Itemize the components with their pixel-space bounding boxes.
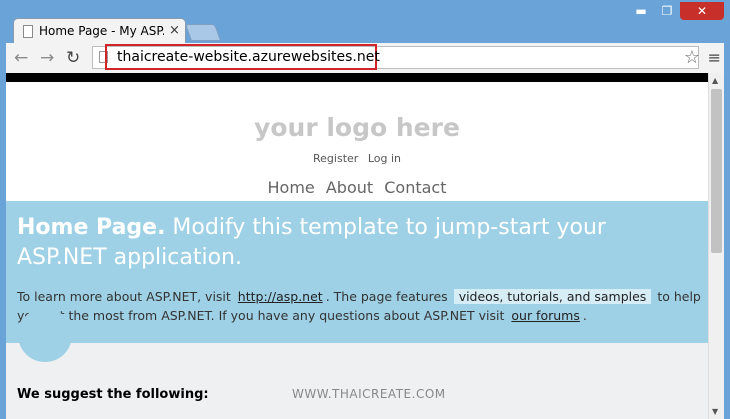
- suggest-heading: We suggest the following:: [17, 387, 209, 402]
- bookmark-star-icon[interactable]: ☆: [684, 47, 700, 68]
- featured-text-2: . The page features: [325, 289, 448, 304]
- browser-menu-icon[interactable]: ≡: [708, 48, 721, 67]
- window-controls: ▬ ❐ ✕: [628, 2, 724, 20]
- main-nav: Home About Contact: [6, 178, 708, 197]
- forward-arrow-icon[interactable]: →: [40, 48, 54, 68]
- maximize-button[interactable]: ❐: [654, 2, 680, 20]
- register-link[interactable]: Register: [313, 152, 358, 165]
- content-section: We suggest the following:: [6, 308, 708, 419]
- minimize-button[interactable]: ▬: [628, 2, 654, 20]
- featured-text-1: To learn more about ASP.NET, visit: [17, 289, 231, 304]
- url-text[interactable]: thaicreate-website.azurewebsites.net: [117, 49, 380, 65]
- featured-heading: Home Page. Modify this template to jump-…: [17, 213, 677, 273]
- videos-highlight: videos, tutorials, and samples: [453, 289, 652, 304]
- nav-home[interactable]: Home: [268, 178, 315, 197]
- login-link[interactable]: Log in: [368, 152, 401, 165]
- close-window-button[interactable]: ✕: [680, 2, 724, 20]
- site-logo[interactable]: your logo here: [6, 113, 708, 142]
- nav-contact[interactable]: Contact: [384, 178, 446, 197]
- page-viewport: your logo here Register Log in Home Abou…: [6, 73, 724, 419]
- watermark: WWW.THAICREATE.COM: [292, 387, 446, 401]
- asp-net-link[interactable]: http://asp.net: [238, 289, 323, 304]
- page-favicon-icon: [23, 25, 33, 38]
- vertical-scrollbar[interactable]: ▲ ▼: [708, 73, 724, 419]
- featured-text-4: .: [582, 308, 587, 323]
- forums-link[interactable]: our forums: [511, 308, 579, 323]
- reload-icon[interactable]: ↻: [66, 48, 80, 68]
- top-bar: [6, 73, 708, 82]
- new-tab-button[interactable]: [184, 24, 222, 41]
- featured-title: Home Page.: [17, 215, 166, 240]
- scroll-down-icon[interactable]: ▼: [712, 407, 718, 416]
- back-arrow-icon[interactable]: ←: [14, 48, 28, 68]
- decorative-circle: [18, 308, 72, 362]
- address-bar[interactable]: thaicreate-website.azurewebsites.net ☆: [92, 44, 700, 70]
- scroll-up-icon[interactable]: ▲: [712, 76, 718, 85]
- featured-section: Home Page. Modify this template to jump-…: [6, 201, 708, 343]
- browser-window: Home Page - My ASP.NET × ▬ ❐ ✕ ← → ↻ tha…: [0, 0, 730, 419]
- login-links: Register Log in: [6, 152, 708, 165]
- browser-tab[interactable]: Home Page - My ASP.NET ×: [13, 18, 186, 44]
- tab-close-icon[interactable]: ×: [169, 23, 180, 38]
- nav-about[interactable]: About: [326, 178, 373, 197]
- scroll-thumb[interactable]: [711, 89, 722, 253]
- tab-title: Home Page - My ASP.NET: [39, 24, 164, 38]
- browser-toolbar: ← → ↻ thaicreate-website.azurewebsites.n…: [6, 43, 724, 73]
- featured-body: To learn more about ASP.NET, visit http:…: [17, 287, 707, 325]
